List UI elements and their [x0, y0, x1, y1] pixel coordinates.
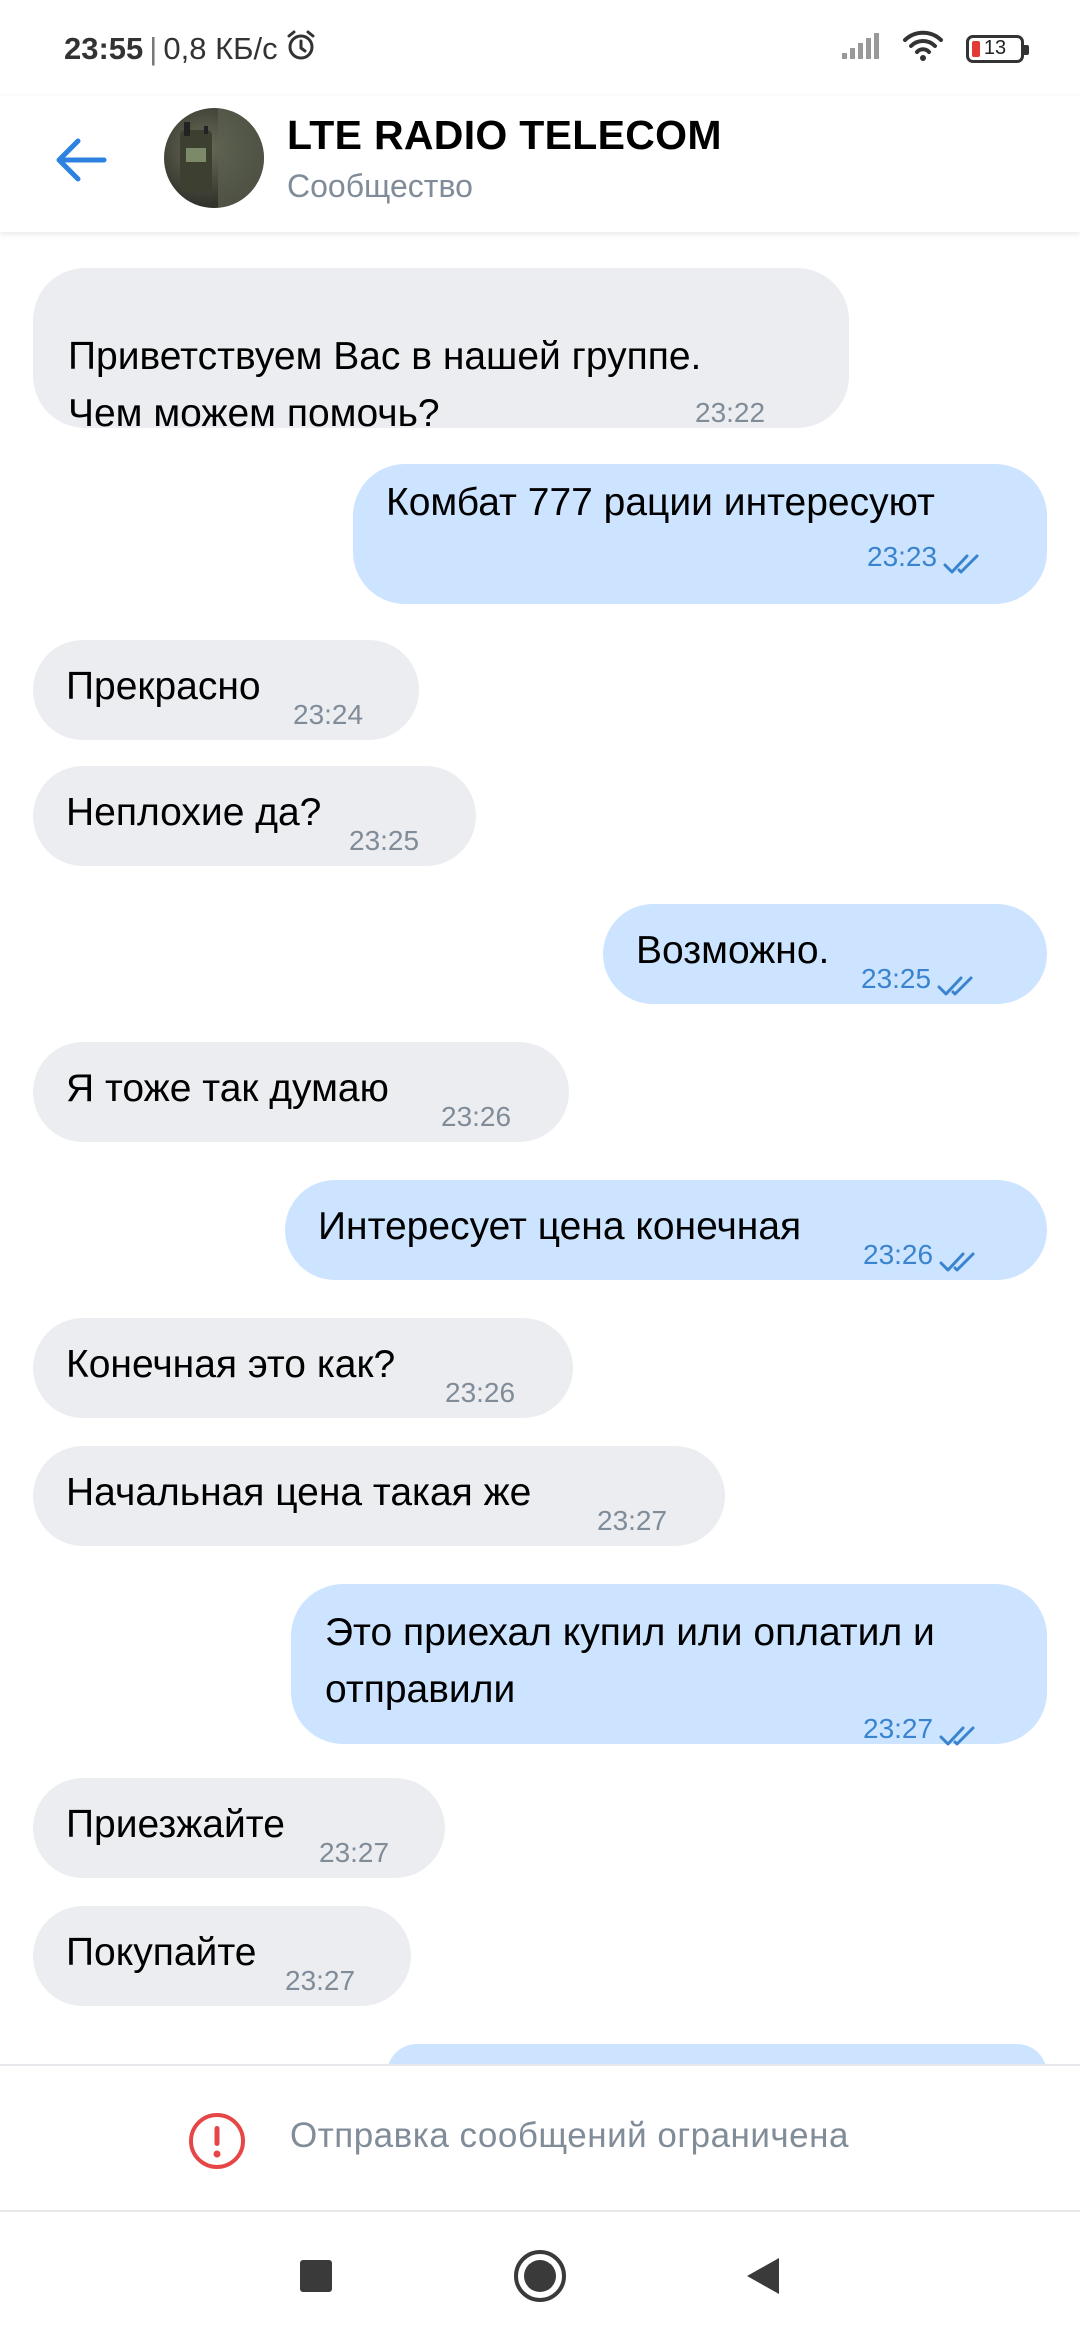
- battery-level: 13: [983, 37, 1007, 59]
- status-left: 23:55 | 0,8 КБ/с: [64, 28, 318, 70]
- message-text: Неплохие да?: [66, 791, 322, 834]
- message-text: Комбат 777 рации интересуют: [386, 481, 935, 524]
- nav-back-button[interactable]: [734, 2248, 790, 2304]
- outgoing-message[interactable]: Возможно. 23:25: [603, 904, 1047, 1004]
- read-receipt-icon: [943, 534, 985, 591]
- read-receipt-icon: [939, 1232, 981, 1289]
- alarm-icon: [284, 28, 318, 70]
- message-list[interactable]: Приветствуем Вас в нашей группе. Чем може…: [0, 232, 1080, 2064]
- partial-message-fragment: [380, 232, 760, 238]
- message-time: 23:25: [349, 825, 420, 856]
- restricted-bar: Отправка сообщений ограничена: [0, 2064, 1080, 2212]
- partial-outgoing-message: [387, 2044, 1047, 2064]
- message-text: Прекрасно: [66, 665, 261, 708]
- home-button[interactable]: [512, 2248, 568, 2304]
- message-text: Чем можем помочь?: [68, 392, 440, 435]
- message-time: 23:26: [441, 1101, 512, 1132]
- signal-icon: [840, 31, 880, 66]
- status-bar: 23:55 | 0,8 КБ/с 13: [0, 0, 1080, 96]
- message-time: 23:23: [867, 541, 938, 572]
- restricted-message: Отправка сообщений ограничена: [290, 2116, 849, 2155]
- back-arrow-icon: [56, 138, 107, 182]
- system-nav-bar: [0, 2212, 1080, 2340]
- recents-button[interactable]: [288, 2248, 344, 2304]
- message-time: 23:27: [285, 1965, 356, 1996]
- incoming-message[interactable]: Приезжайте 23:27: [33, 1778, 445, 1878]
- message-time: 23:26: [863, 1239, 934, 1270]
- triangle-back-icon: [747, 2258, 779, 2294]
- message-text: Это приехал купил или оплатил и: [325, 1611, 935, 1654]
- message-text: Интересует цена конечная: [318, 1205, 802, 1248]
- circle-icon: [514, 2250, 566, 2302]
- outgoing-message[interactable]: Комбат 777 рации интересуют 23:23: [353, 464, 1047, 604]
- message-time: 23:22: [695, 397, 766, 428]
- chat-header: LTE RADIO TELECOM Сообщество: [0, 96, 1080, 232]
- message-text: отправили: [325, 1668, 516, 1711]
- status-right: 13: [840, 30, 1029, 67]
- message-text: Покупайте: [66, 1931, 257, 1974]
- message-text: Я тоже так думаю: [66, 1067, 389, 1110]
- message-time: 23:27: [319, 1837, 390, 1868]
- page-subtitle: Сообщество: [287, 168, 473, 204]
- avatar[interactable]: [164, 108, 264, 208]
- message-text: Конечная это как?: [66, 1343, 396, 1386]
- message-text: Приезжайте: [66, 1803, 285, 1846]
- square-icon: [300, 2260, 332, 2292]
- exclamation-circle-icon: [189, 2113, 245, 2169]
- status-time: 23:55: [64, 31, 144, 66]
- incoming-message[interactable]: Конечная это как? 23:26: [33, 1318, 573, 1418]
- incoming-message[interactable]: Неплохие да? 23:25: [33, 766, 476, 866]
- status-speed: 0,8 КБ/с: [163, 31, 278, 66]
- status-separator: |: [149, 31, 158, 66]
- message-time: 23:24: [293, 699, 364, 730]
- back-button[interactable]: [44, 124, 116, 196]
- incoming-message[interactable]: Прекрасно 23:24: [33, 640, 419, 740]
- message-time: 23:25: [861, 963, 932, 994]
- message-time: 23:27: [597, 1505, 668, 1536]
- message-text: Возможно.: [636, 929, 830, 972]
- outgoing-message[interactable]: Интересует цена конечная 23:26: [285, 1180, 1047, 1280]
- message-text: Начальная цена такая же: [66, 1471, 532, 1514]
- message-time: 23:26: [445, 1377, 516, 1408]
- wifi-icon: [902, 30, 944, 67]
- message-text: Приветствуем Вас в нашей группе.: [68, 335, 702, 378]
- incoming-message[interactable]: Покупайте 23:27: [33, 1906, 411, 2006]
- page-title[interactable]: LTE RADIO TELECOM: [287, 112, 722, 159]
- incoming-message[interactable]: Начальная цена такая же 23:27: [33, 1446, 725, 1546]
- message-time: 23:27: [863, 1713, 934, 1744]
- battery-icon: 13: [966, 34, 1029, 63]
- incoming-message[interactable]: Я тоже так думаю 23:26: [33, 1042, 569, 1142]
- read-receipt-icon: [939, 1706, 981, 1763]
- read-receipt-icon: [937, 956, 979, 1013]
- outgoing-message[interactable]: Это приехал купил или оплатил и отправили…: [291, 1584, 1047, 1746]
- incoming-message[interactable]: Приветствуем Вас в нашей группе. Чем може…: [33, 268, 849, 435]
